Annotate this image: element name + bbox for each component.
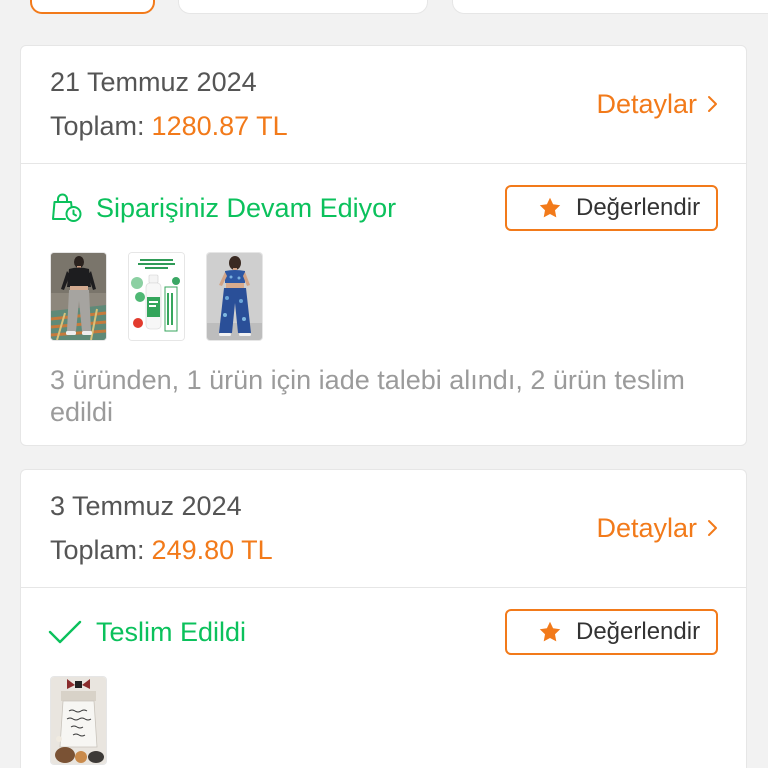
order-card-body: Siparişiniz Devam Ediyor Değerlendir 3 ü…	[21, 164, 746, 445]
order-date: 3 Temmuz 2024	[50, 491, 242, 521]
order-status: Teslim Edildi	[48, 616, 247, 648]
order-total-value: 249.80 TL	[151, 535, 273, 565]
package-clock-icon	[50, 193, 82, 223]
filter-chip-selected[interactable]	[30, 0, 155, 14]
order-total: Toplam: 249.80 TL	[50, 534, 273, 566]
product-thumbnails	[50, 252, 718, 341]
product-thumbnail[interactable]	[206, 252, 263, 341]
order-details-link[interactable]: Detaylar	[596, 88, 718, 120]
checkmark-icon	[48, 619, 82, 645]
order-status-text: Siparişiniz Devam Ediyor	[96, 193, 397, 223]
star-icon	[538, 620, 562, 644]
order-card: 3 Temmuz 2024 Toplam: 249.80 TL Detaylar …	[20, 469, 747, 768]
order-card-header: 21 Temmuz 2024 Toplam: 1280.87 TL Detayla…	[21, 46, 746, 164]
product-image	[129, 253, 184, 340]
order-total: Toplam: 1280.87 TL	[50, 110, 288, 142]
order-info: 21 Temmuz 2024 Toplam: 1280.87 TL	[50, 66, 288, 142]
product-image	[51, 253, 106, 340]
rate-button-label: Değerlendir	[576, 194, 701, 221]
order-status-row: Teslim Edildi Değerlendir	[48, 609, 718, 655]
order-status: Siparişiniz Devam Ediyor	[50, 192, 396, 224]
order-card: 21 Temmuz 2024 Toplam: 1280.87 TL Detayla…	[20, 45, 747, 446]
order-info: 3 Temmuz 2024 Toplam: 249.80 TL	[50, 490, 273, 566]
product-thumbnail[interactable]	[128, 252, 185, 341]
order-card-header: 3 Temmuz 2024 Toplam: 249.80 TL Detaylar	[21, 470, 746, 588]
filter-chip[interactable]	[178, 0, 428, 14]
order-card-body: Teslim Edildi Değerlendir	[21, 588, 746, 768]
rate-button-label: Değerlendir	[576, 618, 701, 645]
product-thumbnail[interactable]	[50, 252, 107, 341]
order-total-label: Toplam:	[50, 111, 145, 141]
order-details-link[interactable]: Detaylar	[596, 512, 718, 544]
product-thumbnails	[50, 676, 718, 765]
rate-button[interactable]: Değerlendir	[505, 185, 718, 231]
order-date: 21 Temmuz 2024	[50, 67, 257, 97]
order-status-row: Siparişiniz Devam Ediyor Değerlendir	[50, 185, 718, 231]
order-status-text: Teslim Edildi	[96, 617, 247, 647]
order-details-label: Detaylar	[596, 89, 697, 119]
product-thumbnail[interactable]	[50, 676, 107, 765]
chevron-right-icon	[707, 94, 718, 114]
filter-chip[interactable]	[452, 0, 768, 14]
star-icon	[538, 196, 562, 220]
product-image	[207, 253, 262, 340]
order-details-label: Detaylar	[596, 513, 697, 543]
product-image	[51, 677, 106, 764]
order-total-value: 1280.87 TL	[151, 111, 288, 141]
chevron-right-icon	[707, 518, 718, 538]
rate-button[interactable]: Değerlendir	[505, 609, 718, 655]
order-total-label: Toplam:	[50, 535, 145, 565]
order-summary: 3 üründen, 1 ürün için iade talebi alınd…	[50, 365, 685, 427]
